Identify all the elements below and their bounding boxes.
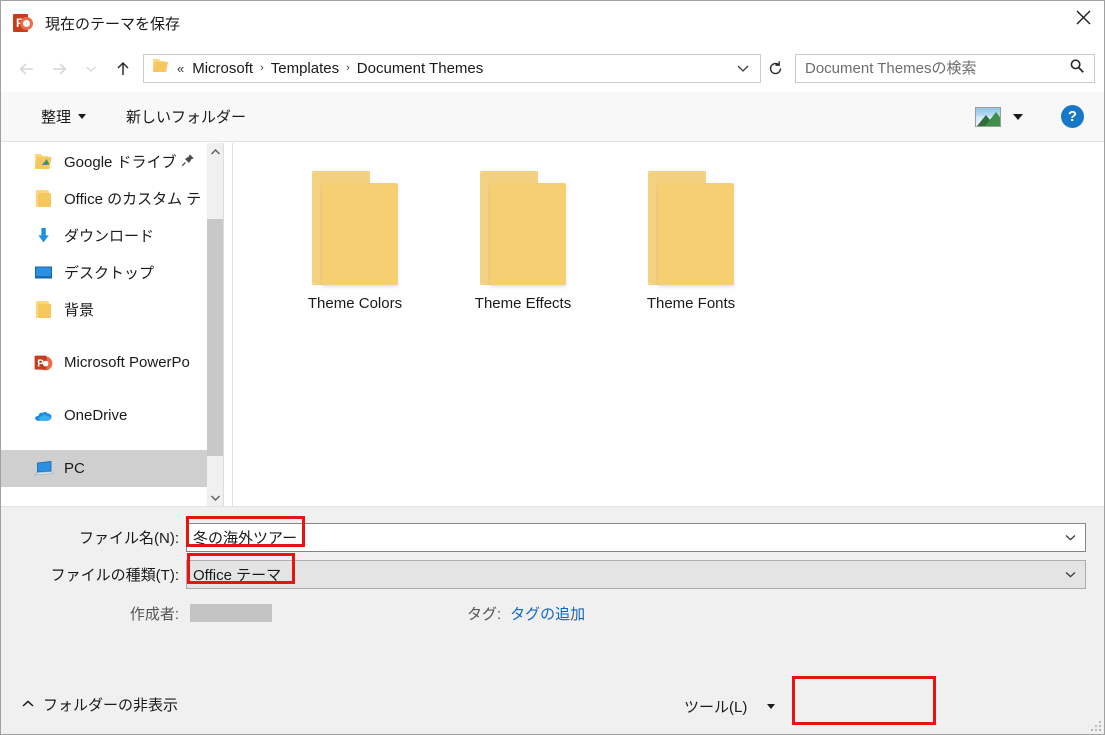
- search-icon: [1069, 58, 1085, 79]
- search-input[interactable]: [796, 59, 1065, 78]
- sidebar-item-label: Office のカスタム テ: [64, 191, 202, 208]
- folder-icon: [312, 163, 398, 285]
- author-tags-row: 作成者: タグ: タグの追加: [1, 600, 1104, 626]
- chevron-down-icon: [78, 114, 87, 119]
- desktop-icon: [33, 263, 55, 283]
- sidebar-item-background[interactable]: 背景: [1, 291, 207, 328]
- google-drive-folder-icon: [33, 152, 55, 172]
- sidebar-item-label: デスクトップ: [64, 265, 155, 282]
- sidebar-item-pc[interactable]: PC: [1, 450, 207, 487]
- file-name-row: ファイル名(N): 冬の海外ツアー: [1, 522, 1104, 553]
- forward-arrow-icon[interactable]: [43, 53, 75, 85]
- author-label: 作成者:: [129, 605, 179, 623]
- file-type-label: ファイルの種類(T):: [50, 567, 179, 584]
- breadcrumb-separator[interactable]: ›: [343, 63, 353, 74]
- file-name-label: ファイル名(N):: [79, 530, 179, 547]
- chevron-up-icon: [21, 696, 35, 713]
- scrollbar-thumb[interactable]: [207, 219, 223, 456]
- breadcrumb-chevron-down-icon[interactable]: [736, 60, 750, 78]
- breadcrumb-overflow[interactable]: «: [177, 61, 184, 76]
- file-list: Theme Colors Theme Effects Theme Fonts: [233, 143, 1104, 506]
- save-form: ファイル名(N): 冬の海外ツアー ファイルの種類(T): Office テーマ: [1, 506, 1104, 674]
- sidebar-item-onedrive[interactable]: OneDrive: [1, 397, 207, 434]
- folder-icon: [480, 163, 566, 285]
- download-icon: [33, 226, 55, 246]
- sidebar-item-label: OneDrive: [64, 407, 128, 424]
- help-label: ?: [1067, 108, 1078, 125]
- recent-locations-icon[interactable]: [75, 53, 107, 85]
- new-folder-button[interactable]: 新しいフォルダー: [120, 102, 252, 131]
- chevron-down-icon[interactable]: [1064, 566, 1077, 584]
- search-box[interactable]: [795, 54, 1095, 83]
- file-name: Theme Fonts: [646, 295, 736, 312]
- sidebar-item-desktop[interactable]: デスクトップ: [1, 254, 207, 291]
- breadcrumb-item-microsoft[interactable]: Microsoft: [188, 58, 257, 79]
- dialog-footer: フォルダーの非表示 ツール(L) 保存(S) キャンセル: [1, 674, 1104, 734]
- list-item[interactable]: Theme Fonts: [607, 157, 775, 347]
- new-folder-label: 新しいフォルダー: [126, 109, 247, 126]
- command-toolbar: 整理 新しいフォルダー ?: [1, 92, 1104, 142]
- breadcrumb-item-templates[interactable]: Templates: [267, 58, 343, 79]
- back-arrow-icon[interactable]: [11, 53, 43, 85]
- organize-label: 整理: [41, 109, 72, 126]
- pin-icon[interactable]: [181, 153, 195, 171]
- tools-label: ツール(L): [684, 699, 748, 716]
- breadcrumb[interactable]: « Microsoft › Templates › Document Theme…: [143, 54, 761, 83]
- resize-grip-icon[interactable]: [1091, 721, 1103, 733]
- list-item[interactable]: Theme Effects: [439, 157, 607, 347]
- picture-view-icon[interactable]: [975, 106, 1001, 127]
- sidebar-item-label: ダウンロード: [64, 228, 155, 245]
- file-type-value: Office テーマ: [193, 567, 282, 584]
- folder-icon: [648, 163, 734, 285]
- up-arrow-icon[interactable]: [107, 53, 139, 85]
- powerpoint-icon: [13, 12, 35, 34]
- hide-folders-label: フォルダーの非表示: [43, 697, 179, 714]
- save-theme-dialog: 現在のテーマを保存: [0, 0, 1105, 735]
- folder-icon: [152, 58, 169, 79]
- folder-icon: [33, 189, 55, 209]
- list-item[interactable]: Theme Colors: [271, 157, 439, 347]
- tools-button[interactable]: ツール(L): [684, 696, 776, 717]
- file-name: Theme Effects: [474, 295, 572, 312]
- file-name-value: 冬の海外ツアー: [193, 530, 298, 547]
- organize-button[interactable]: 整理: [35, 102, 92, 131]
- browser-body: Google ドライブ Office のカスタム テ ダウンロード デスクトップ…: [1, 143, 1104, 506]
- sidebar-item-office-custom-templates[interactable]: Office のカスタム テ: [1, 180, 207, 217]
- file-name: Theme Colors: [307, 295, 403, 312]
- file-type-field[interactable]: Office テーマ: [186, 560, 1086, 589]
- scroll-down-chevron-down-icon[interactable]: [207, 489, 223, 506]
- file-name-field[interactable]: 冬の海外ツアー: [186, 523, 1086, 552]
- sidebar-item-downloads[interactable]: ダウンロード: [1, 217, 207, 254]
- sidebar-item-label: PC: [64, 460, 85, 477]
- onedrive-icon: [33, 406, 55, 426]
- nav-pane-scrollbar[interactable]: [207, 143, 224, 506]
- chevron-down-icon: [767, 704, 776, 709]
- window-title: 現在のテーマを保存: [45, 15, 181, 33]
- address-bar: « Microsoft › Templates › Document Theme…: [1, 45, 1104, 92]
- sidebar-item-label: 背景: [64, 302, 95, 319]
- sidebar-item-microsoft-powerpoint[interactable]: P Microsoft PowerPo: [1, 344, 207, 381]
- pc-icon: [33, 459, 55, 479]
- sidebar-item-google-drive[interactable]: Google ドライブ: [1, 143, 207, 180]
- sidebar-item-label: Google ドライブ: [64, 154, 177, 171]
- breadcrumb-item-document-themes[interactable]: Document Themes: [353, 58, 487, 79]
- view-options-chevron-down-icon[interactable]: [1013, 113, 1023, 120]
- hide-folders-button[interactable]: フォルダーの非表示: [21, 694, 178, 715]
- author-value-redacted[interactable]: [190, 604, 272, 622]
- file-type-row: ファイルの種類(T): Office テーマ: [1, 559, 1104, 590]
- folder-icon: [33, 300, 55, 320]
- navigation-pane: Google ドライブ Office のカスタム テ ダウンロード デスクトップ…: [1, 143, 207, 506]
- powerpoint-icon: P: [33, 353, 55, 373]
- breadcrumb-separator[interactable]: ›: [257, 63, 267, 74]
- refresh-icon[interactable]: [761, 54, 789, 83]
- toolbar-right-group: ?: [975, 105, 1084, 128]
- help-icon[interactable]: ?: [1061, 105, 1084, 128]
- tags-label: タグ:: [467, 605, 502, 623]
- sidebar-item-label: Microsoft PowerPo: [64, 354, 190, 371]
- title-bar: 現在のテーマを保存: [1, 1, 1104, 45]
- scroll-up-chevron-up-icon[interactable]: [207, 143, 223, 160]
- add-tag-link[interactable]: タグの追加: [510, 603, 585, 624]
- chevron-down-icon[interactable]: [1064, 529, 1077, 547]
- close-icon[interactable]: [1060, 1, 1104, 33]
